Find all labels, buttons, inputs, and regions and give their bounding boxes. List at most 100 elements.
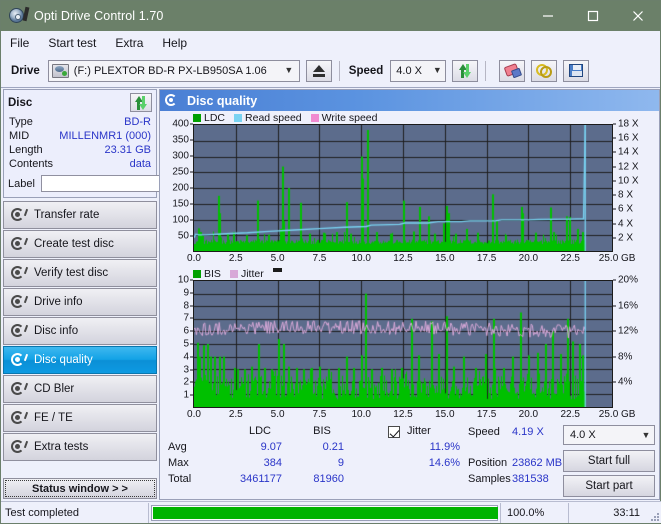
start-full-button[interactable]: Start full [563,450,655,472]
menu-extra[interactable]: Extra [115,34,153,52]
sidebar-item-label: Verify test disc [34,267,109,279]
link-button[interactable] [531,59,558,82]
drive-label: Drive [11,64,40,77]
sidebar-item-disc-info[interactable]: Disc info [3,317,157,345]
stats-panel: LDC BIS Avg Max Total 9.07 384 3461177 0… [160,423,659,499]
axis-tick [613,137,616,139]
axis-tick-label: 20.0 [518,253,539,264]
legend-write-speed: Write speed [310,112,378,124]
toolbar-divider [485,60,487,81]
start-part-button[interactable]: Start part [563,475,655,497]
chevron-down-icon[interactable]: ▼ [429,66,445,75]
disc-test-icon [10,353,29,367]
axis-tick-label: 10.0 [351,409,371,420]
disc-refresh-button[interactable] [130,93,152,112]
legend-swatch-write-speed [310,113,319,122]
axis-tick-label: 2.5 [228,409,243,420]
chain-icon [536,63,553,78]
test-speed-select[interactable]: 4.0 X ▼ [563,425,655,445]
axis-tick-label: 1 [183,389,189,401]
axis-tick-label: 8 X [618,189,634,201]
disc-row-length: Length 23.31 GB [8,143,152,157]
legend-label-ldc: LDC [204,111,226,124]
panel-title: Disc quality [187,93,258,108]
drive-select[interactable]: (F:) PLEXTOR BD-R PX-LB950SA 1.06 ▼ [47,59,300,82]
drive-select-value: (F:) PLEXTOR BD-R PX-LB950SA 1.06 [73,64,267,77]
menu-file[interactable]: File [10,34,39,52]
sidebar-item-label: Drive info [34,296,83,308]
stats-col-bis: BIS [313,425,331,437]
resize-grip[interactable] [646,506,660,521]
disc-test-icon [10,324,29,338]
stats-row-max: Max [168,457,189,469]
axis-tick-label: 4% [618,376,633,388]
axis-tick [613,305,616,307]
sidebar: Disc Type BD-R MID MILLENMR1 (000) Lengt… [1,88,243,501]
jitter-checkbox[interactable] [388,426,400,438]
axis-tick-label: 12.5 [393,409,413,420]
disc-test-icon [10,440,29,454]
disc-test-icon [10,266,29,280]
axis-tick-label: 2.5 [228,253,243,264]
ldc-read-speed-chart: LDC Read speed Write speed 50 100 150 200 25… [160,111,659,267]
legend-swatch-ldc [193,113,201,122]
sidebar-item-drive-info[interactable]: Drive info [3,288,157,316]
sidebar-item-cd-bler[interactable]: CD Bler [3,375,157,403]
stats-jitter-avg: 11.9% [429,441,460,453]
bis-x-axis: 0.0 2.5 5.0 7.5 10.0 12.5 15.0 17.5 20.0 22.5 25.0… [187,408,653,423]
test-speed-value: 4.0 X [570,429,596,441]
disc-type-value: BD-R [124,116,151,128]
axis-tick-label: 20.0 [518,409,539,420]
jitter-y-axis: 4% 8% 12% 16% 20% [613,275,653,408]
axis-tick [613,123,616,125]
axis-tick-label: 6 [183,325,189,337]
chevron-down-icon[interactable]: ▼ [638,430,654,440]
erase-button[interactable] [499,59,526,82]
refresh-button[interactable] [452,59,479,82]
stats-jitter-max: 14.6% [428,457,460,469]
axis-tick-label: 400 [172,118,189,130]
chevron-down-icon[interactable]: ▼ [281,66,297,75]
speed-select[interactable]: 4.0 X ▼ [390,59,447,82]
axis-tick [613,381,616,383]
sidebar-item-label: Create test disc [34,238,114,250]
axis-tick-label: 3 [183,364,189,376]
disc-contents-value: data [129,158,151,170]
sidebar-item-label: Transfer rate [34,209,100,221]
axis-tick-label: 7.5 [312,409,327,420]
sidebar-item-fe-te[interactable]: FE / TE [3,404,157,432]
maximize-icon[interactable] [570,1,615,31]
sidebar-item-extra-tests[interactable]: Extra tests [3,433,157,461]
sidebar-item-label: Disc quality [34,354,93,366]
menu-start-test[interactable]: Start test [48,34,106,52]
minimize-icon[interactable] [525,1,570,31]
legend-ldc: LDC [193,112,225,124]
disc-label-label: Label [8,177,35,190]
ldc-plot-area[interactable] [193,124,613,252]
sidebar-item-verify-test-disc[interactable]: Verify test disc [3,259,157,287]
disc-test-icon [10,382,29,396]
sidebar-item-create-test-disc[interactable]: Create test disc [3,230,157,258]
sidebar-item-disc-quality[interactable]: Disc quality [3,346,157,374]
disc-length-label: Length [9,144,43,156]
title-bar: Opti Drive Control 1.70 [1,1,660,31]
axis-tick-label: 4 [183,351,189,363]
floppy-save-icon [569,64,584,77]
ldc-chart-legend: LDC Read speed Write speed [160,111,659,124]
legend-bis: BIS [193,268,221,280]
menu-help[interactable]: Help [162,34,197,52]
axis-tick [613,237,616,239]
disc-quality-panel: Disc quality LDC Read speed Write speed [159,89,660,500]
legend-label-bis: BIS [204,267,221,280]
application-window: Opti Drive Control 1.70 File Start test … [0,0,661,524]
close-icon[interactable] [615,1,660,31]
legend-label-jitter: Jitter [240,267,264,280]
stats-bis-avg: 0.21 [322,441,344,453]
status-window-button[interactable]: Status window > > [3,478,157,499]
axis-tick-label: 0.0 [187,253,201,264]
save-button[interactable] [563,59,590,82]
sidebar-item-transfer-rate[interactable]: Transfer rate [3,201,157,229]
disc-panel-title: Disc [8,96,33,109]
eject-button[interactable] [305,59,332,82]
bis-plot-area[interactable] [193,280,613,408]
